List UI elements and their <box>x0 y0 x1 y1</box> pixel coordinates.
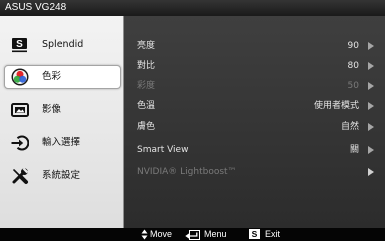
system-setup-icon <box>12 167 29 184</box>
exit-hint-label: Exit <box>265 229 281 239</box>
setting-label: 彩度 <box>137 81 156 91</box>
osd-window: ASUS VG248 S Splendid 色彩 影像 輸入選擇 系統設定 亮度… <box>0 0 385 241</box>
key-hint-bar: Move Menu S Exit <box>0 228 385 241</box>
chevron-right-icon <box>368 82 374 90</box>
splendid-icon-letter: S <box>16 39 23 50</box>
setting-row-brightness[interactable]: 亮度 90 <box>124 38 385 54</box>
setting-label: 膚色 <box>137 122 156 132</box>
move-hint-label: Move <box>150 229 173 239</box>
setting-row-color-temperature[interactable]: 色溫 使用者模式 <box>124 98 385 114</box>
chevron-right-icon <box>368 168 374 176</box>
setting-value: 80 <box>347 61 359 71</box>
setting-label: Smart View <box>137 145 189 155</box>
sidebar-item-label: 系統設定 <box>42 170 81 181</box>
menu-hint-label: Menu <box>204 229 227 239</box>
chevron-right-icon <box>368 102 374 110</box>
splendid-icon: S <box>12 38 27 53</box>
sidebar-item-label: 色彩 <box>42 71 62 82</box>
chevron-right-icon <box>368 123 374 131</box>
setting-row-smart-view[interactable]: Smart View 關 <box>124 142 385 158</box>
sidebar-item-splendid[interactable]: S Splendid <box>4 33 121 57</box>
chevron-right-icon <box>368 42 374 50</box>
up-down-arrows-icon <box>141 229 148 240</box>
setting-value: 50 <box>347 81 359 91</box>
setting-value: 使用者模式 <box>313 101 359 111</box>
menu-enter-icon <box>185 229 200 240</box>
image-icon <box>11 103 29 117</box>
setting-row-saturation: 彩度 50 <box>124 78 385 94</box>
setting-label: 色溫 <box>137 101 156 111</box>
model-title: ASUS VG248 <box>5 2 67 13</box>
sidebar-item-color[interactable]: 色彩 <box>4 65 121 89</box>
setting-row-skin-tone[interactable]: 膚色 自然 <box>124 119 385 135</box>
setting-value: 自然 <box>340 122 359 132</box>
sidebar-item-label: Splendid <box>42 39 84 50</box>
sidebar: S Splendid 色彩 影像 輸入選擇 系統設定 <box>0 16 124 228</box>
setting-label: 對比 <box>137 61 156 71</box>
sidebar-item-system-setup[interactable]: 系統設定 <box>4 164 121 188</box>
color-icon <box>11 68 29 86</box>
setting-value: 90 <box>347 41 359 51</box>
title-bar: ASUS VG248 <box>0 0 385 16</box>
setting-row-lightboost: NVIDIA® Lightboost™ <box>124 164 385 180</box>
setting-value: 關 <box>349 145 359 155</box>
sidebar-item-image[interactable]: 影像 <box>4 98 121 122</box>
setting-row-contrast[interactable]: 對比 80 <box>124 58 385 74</box>
sidebar-item-label: 影像 <box>42 104 62 115</box>
sidebar-item-label: 輸入選擇 <box>42 137 81 148</box>
settings-panel: 亮度 90 對比 80 彩度 50 色溫 使用者模式 膚色 自然 Smart V… <box>124 16 385 228</box>
setting-label: 亮度 <box>137 41 156 51</box>
chevron-right-icon <box>368 146 374 154</box>
chevron-right-icon <box>368 62 374 70</box>
exit-key-icon: S <box>249 229 260 239</box>
input-select-icon <box>11 135 29 151</box>
setting-label: NVIDIA® Lightboost™ <box>137 167 237 177</box>
sidebar-item-input-select[interactable]: 輸入選擇 <box>4 131 121 155</box>
